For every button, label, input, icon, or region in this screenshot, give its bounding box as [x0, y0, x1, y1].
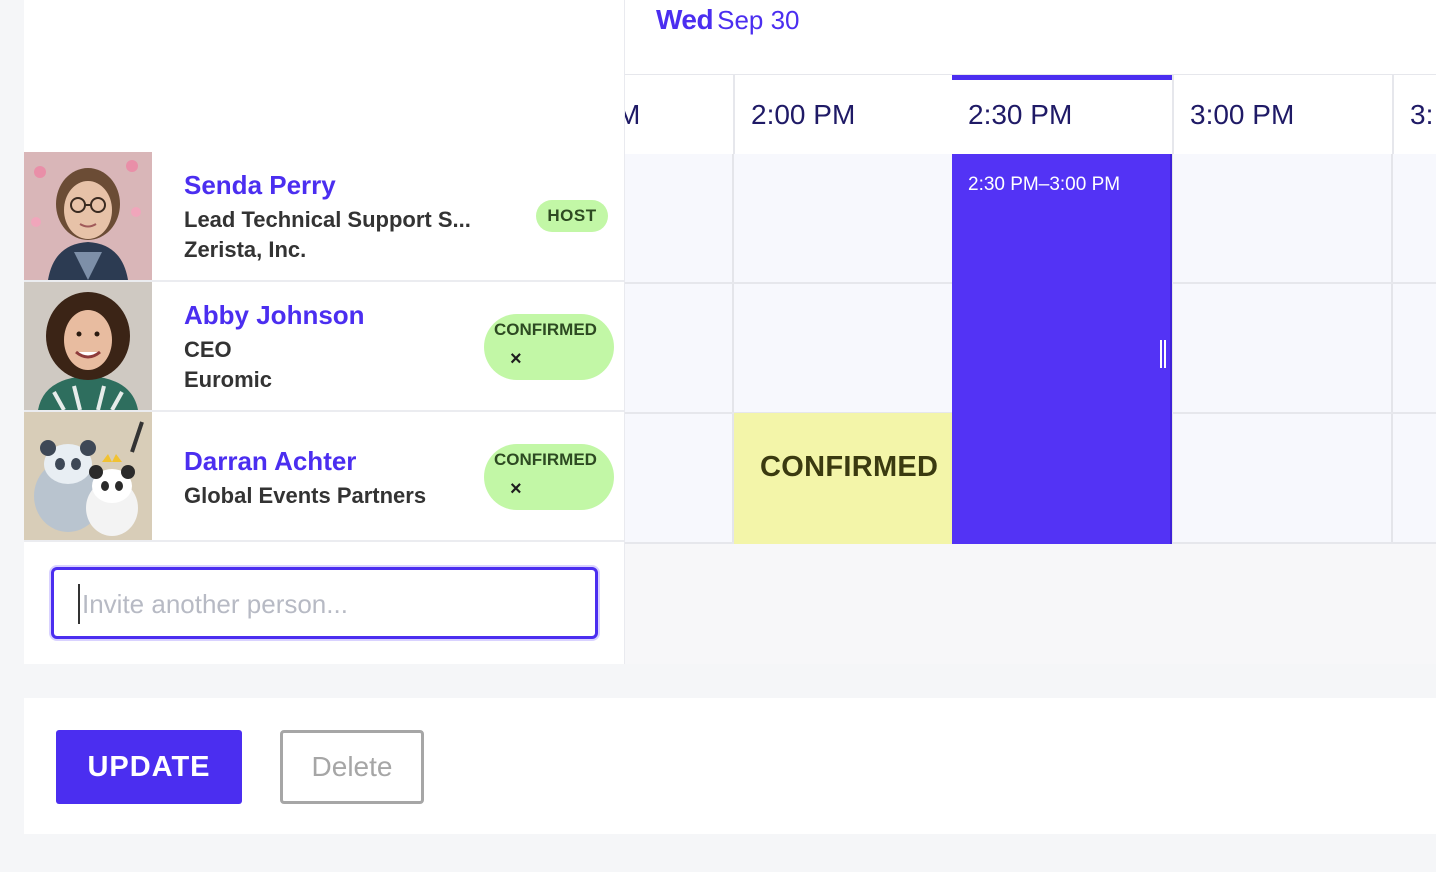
avatar	[24, 412, 152, 540]
time-slot-label: 3:00 PM	[1190, 99, 1295, 130]
delete-button[interactable]: Delete	[280, 730, 424, 804]
time-slot-label: M	[625, 99, 641, 130]
remove-attendee-icon[interactable]: ×	[510, 478, 522, 501]
grid-empty-area	[625, 544, 1436, 664]
month-day: Sep 30	[717, 5, 800, 35]
date-header: Wed Sep 30	[625, 0, 1436, 75]
status-label: CONFIRMED	[494, 450, 597, 469]
attendee-row: Darran Achter Global Events Partners CON…	[24, 412, 624, 542]
attendee-company: Global Events Partners	[184, 483, 427, 508]
remove-attendee-icon[interactable]: ×	[510, 348, 522, 371]
action-bar: UPDATE Delete	[24, 698, 1436, 834]
time-slot-header[interactable]: 2:00 PM	[733, 75, 953, 154]
date-label: Wed Sep 30	[656, 4, 800, 36]
attendee-company: Euromic	[184, 367, 273, 392]
time-slot-header[interactable]: 3:00 PM	[1172, 75, 1392, 154]
event-time-label: 2:30 PM–3:00 PM	[968, 174, 1121, 195]
resize-handle[interactable]	[1160, 340, 1166, 368]
avatar-photo	[24, 152, 152, 280]
status-label: CONFIRMED	[494, 320, 597, 339]
availability-grid: CONFIRMED 2:30 PM–3:00 PM	[625, 154, 1436, 544]
attendee-company: Zerista, Inc.	[184, 237, 307, 262]
confirmed-slot-label: CONFIRMED	[760, 451, 939, 483]
time-header: M 2:00 PM 2:30 PM 3:00 PM 3:	[625, 75, 1436, 154]
time-slot-header-active[interactable]: 2:30 PM	[952, 75, 1172, 154]
confirmed-slot-block[interactable]: CONFIRMED	[734, 413, 952, 544]
time-slot-header[interactable]: M	[625, 75, 733, 154]
attendee-row: Senda Perry Lead Technical Support S... …	[24, 152, 624, 282]
time-slot-header[interactable]: 3:	[1392, 75, 1436, 154]
avatar-illustration	[24, 412, 152, 540]
update-button[interactable]: UPDATE	[56, 730, 242, 804]
day-of-week: Wed	[656, 4, 714, 35]
attendee-title: CEO	[184, 337, 232, 362]
grid-divider	[1391, 154, 1393, 544]
avatar-photo	[24, 282, 152, 410]
attendee-title: Lead Technical Support S...	[184, 207, 471, 232]
invite-input[interactable]	[78, 584, 578, 624]
attendee-row: Abby Johnson CEO Euromic CONFIRMED ×	[24, 282, 624, 412]
avatar	[24, 152, 152, 280]
meeting-event-block[interactable]: 2:30 PM–3:00 PM	[952, 154, 1172, 544]
attendee-name[interactable]: Abby Johnson	[184, 300, 365, 331]
attendee-name[interactable]: Darran Achter	[184, 446, 356, 477]
time-slot-label: 2:00 PM	[751, 99, 856, 130]
host-badge: HOST	[536, 200, 608, 232]
attendee-name[interactable]: Senda Perry	[184, 170, 336, 201]
confirmed-badge: CONFIRMED ×	[484, 444, 614, 510]
time-slot-label: 2:30 PM	[968, 99, 1073, 130]
avatar	[24, 282, 152, 410]
time-slot-label: 3:	[1410, 99, 1434, 130]
meeting-editor: Wed Sep 30 M 2:00 PM 2:30 PM 3:00 PM 3: C…	[0, 0, 1436, 872]
confirmed-badge: CONFIRMED ×	[484, 314, 614, 380]
invite-field[interactable]	[51, 567, 598, 639]
